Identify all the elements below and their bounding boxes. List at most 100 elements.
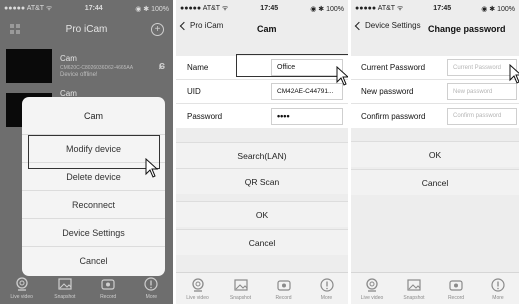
tab-live-video[interactable]: Live video bbox=[183, 277, 213, 301]
new-password-label: New password bbox=[361, 87, 414, 96]
page-title: Pro iCam bbox=[65, 24, 108, 35]
info-icon bbox=[319, 278, 334, 292]
back-button[interactable]: Pro iCam bbox=[179, 21, 223, 30]
nav-bar: Pro iCam Cam bbox=[176, 17, 348, 42]
plus-icon[interactable]: + bbox=[151, 23, 164, 36]
tab-label: More bbox=[492, 295, 504, 301]
cancel-button[interactable]: Cancel bbox=[176, 229, 348, 255]
page-title: Cam bbox=[257, 24, 277, 34]
tab-snapshot[interactable]: Snapshot bbox=[399, 277, 429, 301]
password-row: Password •••• bbox=[176, 104, 348, 128]
back-label: Pro iCam bbox=[190, 21, 224, 30]
page-title: Change password bbox=[428, 24, 506, 34]
uid-field[interactable]: CM42AE-C44791... bbox=[271, 83, 343, 100]
cancel-button[interactable]: Cancel bbox=[22, 247, 165, 275]
tab-live-video[interactable]: Live video bbox=[7, 276, 37, 300]
password-label: Password bbox=[187, 111, 223, 121]
record-icon bbox=[276, 280, 291, 291]
mouse-cursor-icon bbox=[145, 158, 159, 178]
camera-status: Device offline! bbox=[60, 72, 98, 78]
nav-bar: Device Settings Change password bbox=[351, 17, 519, 42]
clock: 17:44 bbox=[84, 5, 103, 12]
ok-button[interactable]: OK bbox=[351, 141, 519, 167]
mouse-cursor-icon bbox=[336, 66, 348, 86]
info-icon bbox=[491, 278, 505, 292]
current-password-row: Current Password Current Password bbox=[351, 56, 519, 80]
name-label: Name bbox=[187, 63, 209, 72]
record-icon bbox=[449, 280, 463, 291]
tab-label: Live video bbox=[186, 295, 209, 301]
status-bar: ●●●●● AT&T ᯤ 17:45 ◉ ✱ 100% bbox=[176, 0, 348, 17]
highlight-box bbox=[236, 54, 348, 77]
tab-label: Snapshot bbox=[229, 295, 252, 301]
clock: 17:45 bbox=[433, 5, 452, 12]
tab-more[interactable]: More bbox=[312, 277, 342, 301]
mouse-cursor-icon bbox=[509, 64, 519, 84]
camera-icon bbox=[191, 278, 204, 292]
qr-scan-button[interactable]: QR Scan bbox=[176, 168, 348, 194]
camera-icon bbox=[366, 278, 378, 292]
battery-label: ◉ ✱ 100% bbox=[135, 5, 169, 13]
status-bar: ●●●●● AT&T ᯤ 17:45 ◉ ✱ 100% bbox=[351, 0, 519, 17]
camera-uid: CM620C-C8026036D62-4665AA bbox=[60, 65, 134, 71]
change-password-screen: ●●●●● AT&T ᯤ 17:45 ◉ ✱ 100% Device Setti… bbox=[351, 0, 519, 304]
current-password-label: Current Password bbox=[361, 63, 426, 72]
back-label: Device Settings bbox=[365, 21, 421, 30]
password-form: Current Password Current Password New pa… bbox=[351, 56, 519, 128]
current-password-field[interactable]: Current Password bbox=[447, 59, 517, 76]
camera-icon bbox=[15, 277, 28, 291]
uid-row: UID CM42AE-C44791... bbox=[176, 80, 348, 104]
nav-bar: Pro iCam + bbox=[0, 17, 173, 42]
confirm-password-field[interactable]: Confirm password bbox=[447, 107, 517, 125]
tab-label: Snapshot bbox=[54, 294, 76, 300]
image-icon bbox=[233, 279, 248, 291]
battery-label: ◉ ✱ 100% bbox=[310, 5, 344, 13]
tab-label: Record bbox=[447, 295, 465, 301]
chevron-left-icon bbox=[354, 21, 364, 30]
tab-label: Live video bbox=[360, 295, 384, 301]
back-button[interactable]: Device Settings bbox=[354, 21, 421, 30]
carrier-label: ●●●●● AT&T ᯤ bbox=[180, 5, 229, 12]
tab-snapshot[interactable]: Snapshot bbox=[226, 277, 256, 301]
tab-bar: Live video Snapshot Record More bbox=[0, 272, 173, 304]
action-sheet: Cam Modify device Delete device Reconnec… bbox=[22, 97, 165, 276]
camera-list-item[interactable]: Cam CM620C-C8026036D62-4665AA Device off… bbox=[0, 44, 173, 88]
carrier-label: ●●●●● AT&T ᯤ bbox=[355, 5, 404, 12]
confirm-password-label: Confirm password bbox=[361, 111, 426, 121]
record-icon bbox=[101, 279, 115, 290]
grid-icon[interactable] bbox=[10, 24, 21, 35]
camera-thumbnail bbox=[6, 49, 52, 83]
new-password-field[interactable]: New password bbox=[447, 83, 517, 100]
carrier-label: ●●●●● AT&T ᯤ bbox=[4, 5, 53, 12]
image-icon bbox=[407, 279, 421, 291]
ok-button[interactable]: OK bbox=[176, 201, 348, 227]
tab-live-video[interactable]: Live video bbox=[357, 277, 387, 301]
action-sheet-title: Cam bbox=[22, 97, 165, 135]
device-settings-button[interactable]: Device Settings bbox=[22, 219, 165, 247]
tab-record[interactable]: Record bbox=[441, 277, 471, 301]
tab-more[interactable]: More bbox=[136, 276, 166, 300]
tab-record[interactable]: Record bbox=[93, 276, 123, 300]
highlight-box bbox=[28, 135, 160, 169]
reconnect-button[interactable]: Reconnect bbox=[22, 191, 165, 219]
camera-settings-icon[interactable]: ɕ bbox=[159, 60, 165, 72]
confirm-password-row: Confirm password Confirm password bbox=[351, 104, 519, 128]
new-password-row: New password New password bbox=[351, 80, 519, 104]
battery-label: ◉ ✱ 100% bbox=[481, 5, 515, 13]
tab-snapshot[interactable]: Snapshot bbox=[50, 276, 80, 300]
tab-label: Snapshot bbox=[403, 295, 425, 301]
tab-record[interactable]: Record bbox=[269, 277, 299, 301]
cancel-button[interactable]: Cancel bbox=[351, 169, 519, 195]
tab-label: Record bbox=[100, 294, 117, 300]
search-lan-button[interactable]: Search(LAN) bbox=[176, 142, 348, 168]
camera-name: Cam bbox=[60, 54, 77, 63]
password-field[interactable]: •••• bbox=[271, 107, 343, 125]
chevron-left-icon bbox=[179, 21, 189, 30]
tab-label: Live video bbox=[10, 294, 33, 300]
image-icon bbox=[58, 278, 72, 290]
tab-more[interactable]: More bbox=[483, 277, 513, 301]
camera-edit-screen: ●●●●● AT&T ᯤ 17:45 ◉ ✱ 100% Pro iCam Cam… bbox=[176, 0, 348, 304]
status-bar: ●●●●● AT&T ᯤ 17:44 ◉ ✱ 100% bbox=[0, 0, 173, 17]
info-icon bbox=[144, 277, 158, 291]
tab-label: Record bbox=[275, 295, 292, 301]
